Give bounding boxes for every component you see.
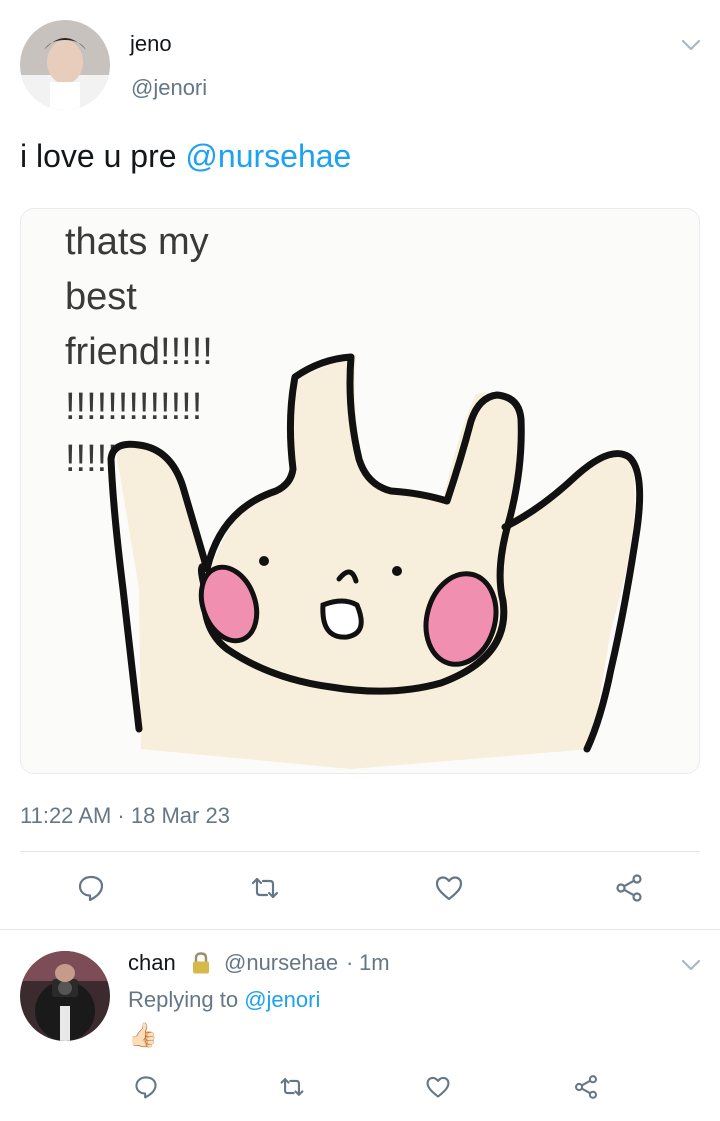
meme-line-3: friend!!!!! — [65, 331, 213, 373]
reply-like-button[interactable] — [418, 1067, 458, 1107]
chevron-down-icon[interactable] — [680, 958, 702, 972]
reply-icon — [78, 875, 104, 902]
reply-retweet-button[interactable] — [272, 1067, 312, 1107]
share-button[interactable] — [609, 868, 649, 908]
divider — [0, 929, 720, 930]
retweet-icon — [251, 877, 279, 899]
reply-text: 👍🏻 — [128, 1022, 158, 1049]
tweet-timestamp[interactable]: 11:22 AM · 18 Mar 23 — [20, 803, 230, 829]
tweet-text-body: i love u pre — [20, 138, 186, 174]
author-avatar[interactable] — [20, 20, 110, 110]
tweet-text: i love u pre @nursehae — [20, 138, 351, 175]
replying-to: Replying to @jenori — [128, 987, 320, 1013]
divider — [20, 851, 700, 852]
share-icon — [616, 874, 642, 902]
like-button[interactable] — [429, 868, 469, 908]
replying-to-link[interactable]: @jenori — [244, 987, 320, 1012]
lock-icon — [193, 952, 209, 974]
reply-share-button[interactable] — [566, 1067, 606, 1107]
meme-line-1: thats my — [65, 221, 209, 263]
retweet-icon — [280, 1078, 304, 1096]
author-name[interactable]: jeno — [130, 31, 172, 57]
chevron-down-icon[interactable] — [680, 38, 702, 52]
reply-reply-button[interactable] — [126, 1067, 166, 1107]
retweet-button[interactable] — [245, 868, 285, 908]
meme-line-4: !!!!!!!!!!!!! — [65, 386, 202, 428]
share-icon — [574, 1075, 598, 1099]
reply-author-handle[interactable]: @nursehae — [224, 950, 338, 976]
replying-label: Replying to — [128, 987, 245, 1012]
separator-dot: · — [346, 950, 354, 975]
like-icon — [435, 876, 463, 901]
reply-icon — [135, 1076, 157, 1099]
reply-time[interactable]: 1m — [359, 950, 390, 976]
reply-button[interactable] — [71, 868, 111, 908]
tweet-media-image[interactable]: thats my best friend!!!!! !!!!!!!!!!!!! … — [20, 208, 700, 774]
reply-author-name[interactable]: chan — [128, 950, 176, 976]
like-icon — [426, 1076, 450, 1098]
reply-author-avatar[interactable] — [20, 951, 110, 1041]
tweet-mention-link[interactable]: @nursehae — [185, 138, 351, 174]
meme-line-2: best — [65, 276, 137, 318]
author-handle[interactable]: @jenori — [131, 75, 207, 101]
